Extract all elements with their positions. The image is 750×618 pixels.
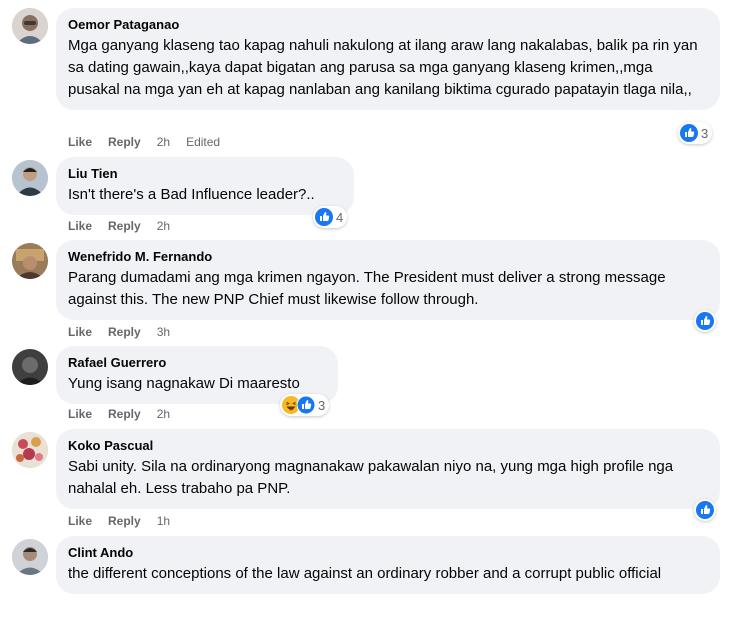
comment-actions: Like Reply 2h xyxy=(68,218,186,234)
comment-text: Isn't there's a Bad Influence leader?.. xyxy=(68,186,315,203)
comment-author[interactable]: Liu Tien xyxy=(68,165,342,182)
avatar[interactable] xyxy=(12,8,48,44)
comment-time[interactable]: 2h xyxy=(157,135,170,149)
comment-author[interactable]: Koko Pascual xyxy=(68,437,708,454)
comment-author[interactable]: Clint Ando xyxy=(68,544,708,561)
comment-actions: Like Reply 1h xyxy=(68,513,186,529)
reaction-summary[interactable]: 3 xyxy=(280,394,330,416)
comment-time[interactable]: 3h xyxy=(157,325,170,339)
reply-button[interactable]: Reply xyxy=(108,135,141,149)
comment-text: Sabi unity. Sila na ordinaryong magnanak… xyxy=(68,458,674,497)
avatar[interactable] xyxy=(12,243,48,279)
comment-bubble: Koko Pascual Sabi unity. Sila na ordinar… xyxy=(56,429,720,509)
like-icon xyxy=(696,312,714,330)
reaction-summary[interactable] xyxy=(694,499,716,521)
comment-text: Yung isang nagnakaw Di maaresto xyxy=(68,375,300,392)
comment-author[interactable]: Wenefrido M. Fernando xyxy=(68,248,708,265)
avatar[interactable] xyxy=(12,349,48,385)
reaction-count: 3 xyxy=(701,125,709,141)
reaction-summary[interactable]: 3 xyxy=(678,122,713,144)
comment-text: Mga ganyang klaseng tao kapag nahuli nak… xyxy=(68,37,698,98)
comment-author[interactable]: Oemor Pataganao xyxy=(68,16,708,33)
reply-button[interactable]: Reply xyxy=(108,407,141,421)
reaction-count: 4 xyxy=(336,209,344,225)
like-icon xyxy=(297,396,315,414)
like-icon xyxy=(680,124,698,142)
reply-button[interactable]: Reply xyxy=(108,325,141,339)
comment-bubble: Oemor Pataganao Mga ganyang klaseng tao … xyxy=(56,8,720,110)
like-button[interactable]: Like xyxy=(68,407,92,421)
comment-actions: Like Reply 2h Edited xyxy=(68,134,236,150)
reaction-summary[interactable]: 4 xyxy=(313,206,348,228)
like-button[interactable]: Like xyxy=(68,219,92,233)
comment-bubble: Wenefrido M. Fernando Parang dumadami an… xyxy=(56,240,720,320)
comment-actions: Like Reply 3h xyxy=(68,324,186,340)
avatar[interactable] xyxy=(12,539,48,575)
edited-label: Edited xyxy=(186,135,221,149)
like-icon xyxy=(696,501,714,519)
comment-text: Parang dumadami ang mga krimen ngayon. T… xyxy=(68,269,666,308)
reaction-count: 3 xyxy=(318,397,326,413)
comment-actions: Like Reply 2h xyxy=(68,406,186,422)
avatar[interactable] xyxy=(12,160,48,196)
comment-bubble: Clint Ando the different conceptions of … xyxy=(56,536,720,594)
reply-button[interactable]: Reply xyxy=(108,514,141,528)
comment-text: the different conceptions of the law aga… xyxy=(68,565,662,582)
reply-button[interactable]: Reply xyxy=(108,219,141,233)
avatar[interactable] xyxy=(12,432,48,468)
comment-time[interactable]: 2h xyxy=(157,219,170,233)
comment-time[interactable]: 2h xyxy=(157,407,170,421)
comment-author[interactable]: Rafael Guerrero xyxy=(68,354,326,371)
like-button[interactable]: Like xyxy=(68,135,92,149)
like-button[interactable]: Like xyxy=(68,514,92,528)
reaction-summary[interactable] xyxy=(694,310,716,332)
comment-bubble: Liu Tien Isn't there's a Bad Influence l… xyxy=(56,157,354,215)
like-button[interactable]: Like xyxy=(68,325,92,339)
comment-time[interactable]: 1h xyxy=(157,514,170,528)
like-icon xyxy=(315,208,333,226)
